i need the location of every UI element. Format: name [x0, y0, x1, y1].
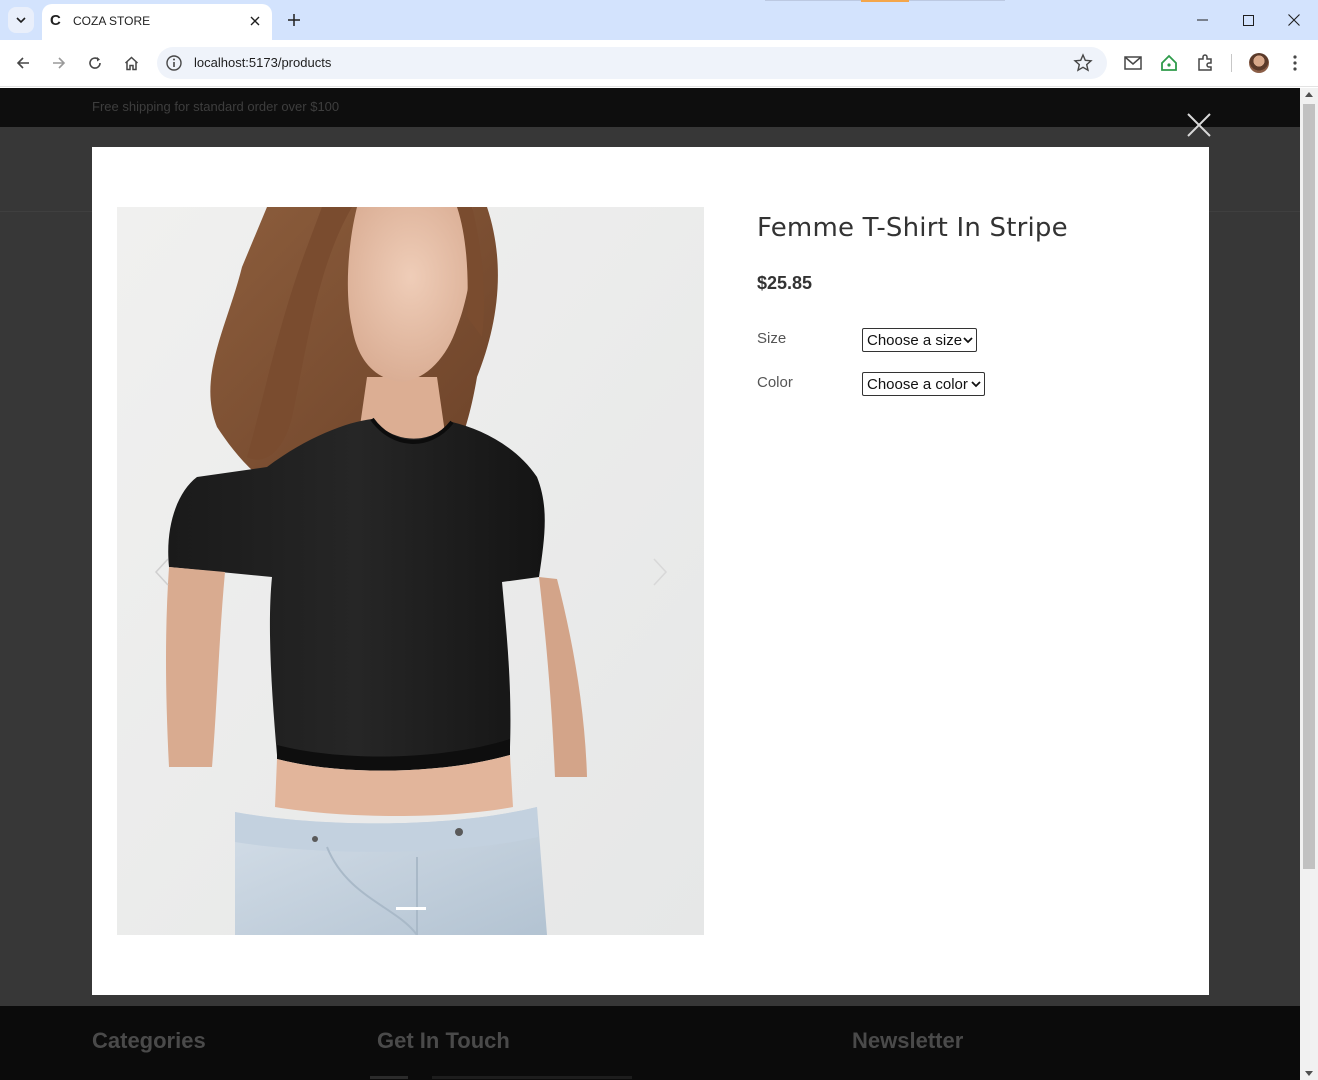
gallery-next-arrow-icon[interactable] [648, 557, 672, 587]
product-gallery [117, 207, 704, 935]
home-extension-button[interactable] [1158, 52, 1180, 74]
color-select[interactable]: Choose a color [862, 372, 985, 396]
site-info-icon[interactable] [165, 54, 183, 72]
close-icon [250, 16, 260, 26]
toolbar-divider [1231, 54, 1232, 72]
mail-extension-icon [1124, 56, 1142, 70]
back-icon [16, 57, 29, 69]
minimize-icon [1196, 19, 1208, 21]
profile-avatar[interactable] [1249, 53, 1269, 73]
footer-heading-newsletter: Newsletter [852, 1028, 964, 1053]
extensions-button[interactable] [1194, 52, 1216, 74]
browser-tab-strip: C COZA STORE [0, 0, 1318, 40]
scrollbar-thumb[interactable] [1303, 104, 1315, 869]
scroll-up-arrow-icon[interactable] [1305, 92, 1313, 97]
reload-button[interactable] [82, 50, 108, 76]
tab-list-button[interactable] [8, 7, 34, 33]
maximize-button[interactable] [1225, 0, 1271, 40]
size-label: Size [757, 330, 787, 347]
mail-extension-button[interactable] [1122, 52, 1144, 74]
page-scrollbar[interactable] [1300, 88, 1318, 1080]
browser-menu-button[interactable] [1284, 52, 1306, 74]
coza-favicon-icon: C [50, 12, 61, 29]
address-bar[interactable]: localhost:5173/products [157, 47, 1107, 79]
minimize-button[interactable] [1179, 0, 1225, 40]
home-button[interactable] [118, 50, 144, 76]
puzzle-icon [1198, 54, 1212, 71]
footer-heading-categories: Categories [92, 1028, 206, 1053]
chevron-down-icon [963, 337, 973, 344]
tab-title: COZA STORE [73, 14, 151, 28]
page-viewport: Free shipping for standard order over $1… [0, 88, 1300, 1080]
product-price: $25.85 [757, 273, 813, 293]
back-button[interactable] [10, 50, 36, 76]
top-bar: Free shipping for standard order over $1… [0, 88, 1300, 127]
tab-close-button[interactable] [246, 12, 264, 30]
footer-heading-get-in-touch: Get In Touch [377, 1028, 510, 1053]
size-select[interactable]: Choose a size [862, 328, 977, 352]
color-select-value: Choose a color [867, 375, 968, 393]
new-tab-button[interactable] [282, 8, 306, 32]
size-select-value: Choose a size [867, 331, 963, 349]
browser-tab[interactable]: C COZA STORE [42, 4, 272, 40]
shipping-notice: Free shipping for standard order over $1… [92, 99, 340, 114]
modal-close-icon[interactable] [1186, 112, 1212, 138]
gallery-slide-indicator[interactable] [396, 907, 426, 910]
tab-strip-accent [861, 0, 909, 2]
window-close-button[interactable] [1271, 0, 1317, 40]
browser-toolbar: localhost:5173/products [0, 40, 1318, 87]
plus-icon [288, 14, 300, 26]
maximize-icon [1242, 14, 1254, 26]
product-name: Femme T-Shirt In Stripe [757, 213, 1068, 243]
color-label: Color [757, 374, 793, 391]
home-extension-icon [1161, 54, 1177, 71]
quick-view-modal: Femme T-Shirt In Stripe $25.85 Size Choo… [92, 147, 1209, 995]
kebab-menu-icon [1293, 55, 1297, 71]
forward-button[interactable] [46, 50, 72, 76]
star-icon[interactable] [1073, 53, 1093, 73]
scroll-down-arrow-icon[interactable] [1305, 1071, 1313, 1076]
home-icon [124, 55, 138, 70]
footer: Categories Get In Touch Newsletter [0, 1006, 1300, 1080]
footer-fragment [370, 1076, 408, 1079]
reload-icon [89, 57, 101, 69]
chevron-down-icon [971, 381, 981, 388]
chevron-down-icon [16, 17, 26, 24]
window-close-icon [1288, 14, 1300, 26]
forward-icon [53, 57, 66, 69]
url-text[interactable]: localhost:5173/products [194, 55, 331, 70]
footer-fragment [432, 1076, 632, 1079]
product-photo [117, 207, 704, 935]
gallery-prev-arrow-icon[interactable] [150, 557, 174, 587]
